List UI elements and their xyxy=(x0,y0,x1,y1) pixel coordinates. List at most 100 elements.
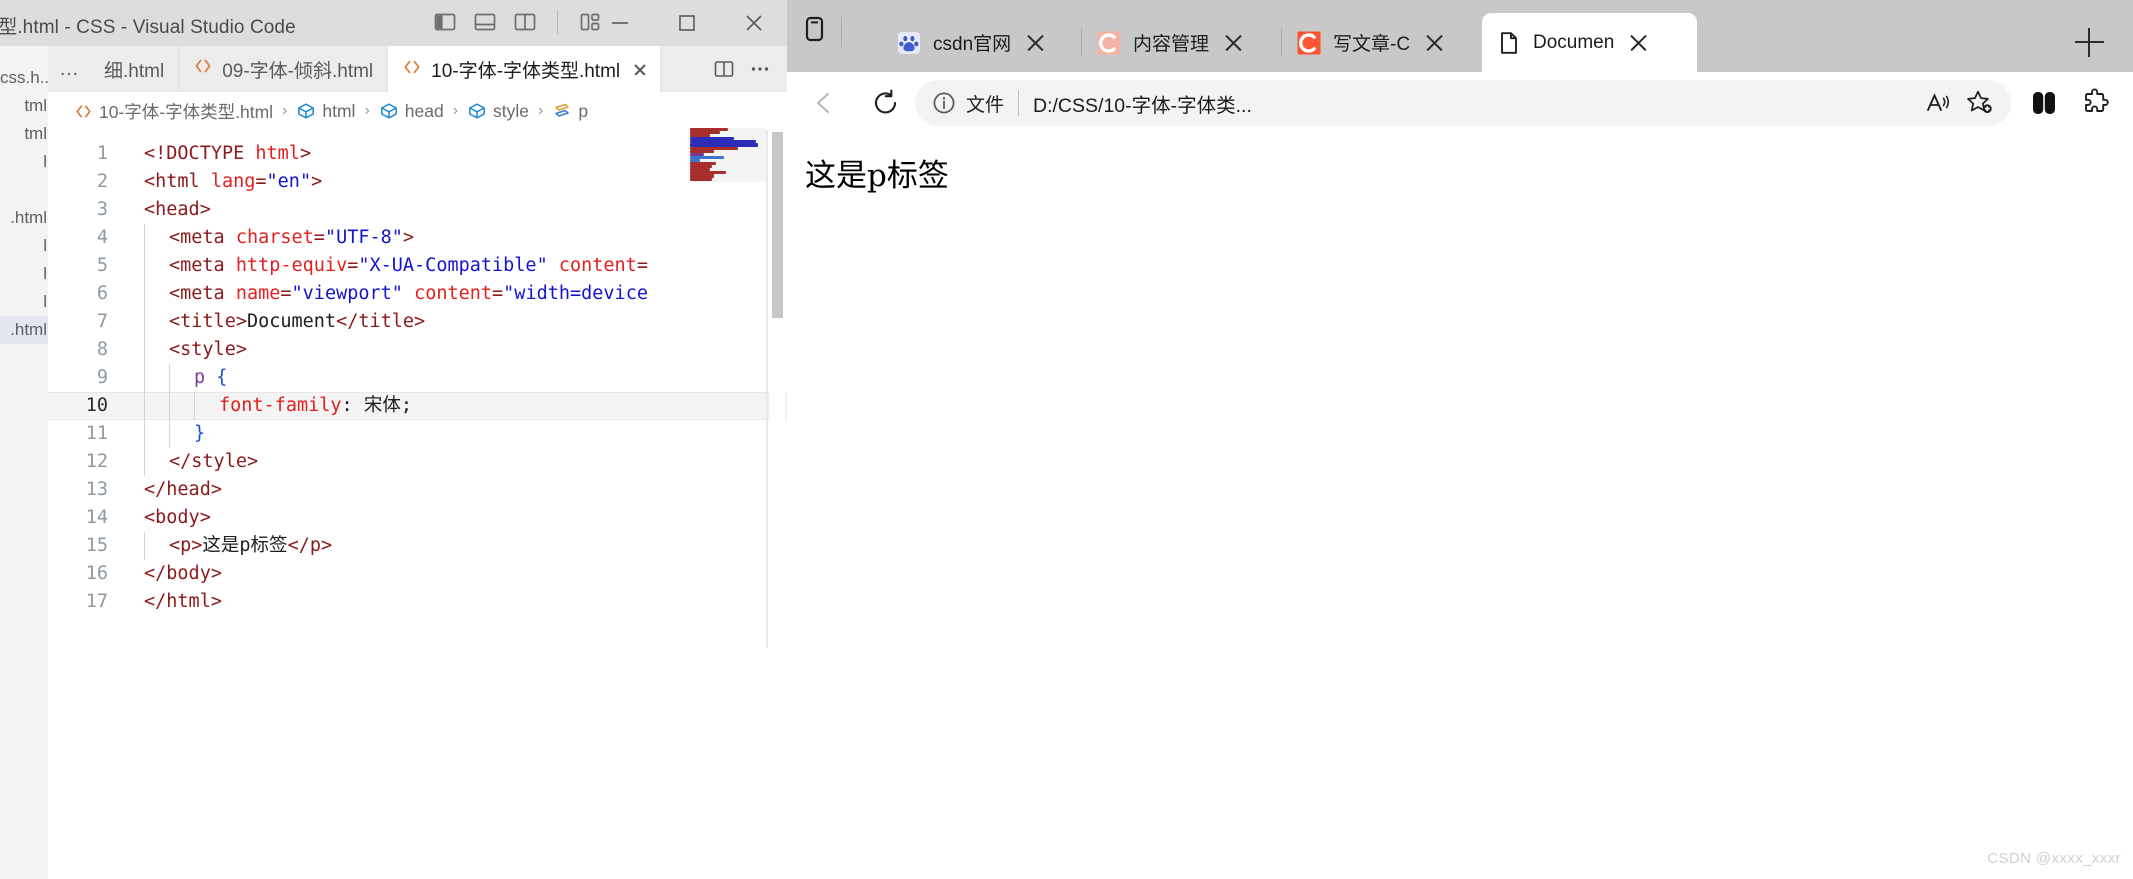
html-file-icon xyxy=(193,56,213,82)
code-line[interactable]: 5 <meta http-equiv="X-UA-Compatible" cont… xyxy=(48,252,787,280)
code-line[interactable]: 11} xyxy=(48,420,787,448)
line-number: 6 xyxy=(96,283,108,304)
tab-overflow-button[interactable]: … xyxy=(48,46,90,92)
code-token: charset xyxy=(235,227,314,248)
code-token: http-equiv xyxy=(235,255,348,276)
code-token: { xyxy=(216,367,228,388)
code-text: </html> xyxy=(144,588,222,616)
code-line[interactable]: 6 <meta name="viewport" content="width=de… xyxy=(48,280,787,308)
explorer-file-item[interactable]: tml xyxy=(0,120,48,148)
minimize-button[interactable] xyxy=(586,0,653,46)
baidu-paw-icon xyxy=(896,30,922,56)
breadcrumb-item[interactable]: p xyxy=(552,101,588,122)
vscode-window-title: 体类型.html - CSS - Visual Studio Code xyxy=(0,17,296,38)
address-bar[interactable]: 文件 D:/CSS/10-字体-字体类... xyxy=(915,80,2011,126)
code-line[interactable]: 1 <!DOCTYPE html> xyxy=(48,140,787,168)
url-text[interactable]: D:/CSS/10-字体-字体类... xyxy=(1033,89,1917,118)
breadcrumb-item[interactable]: 10-字体-字体类型.html xyxy=(74,99,273,124)
explorer-file-item[interactable]: l xyxy=(0,148,48,176)
code-line[interactable]: 8 <style> xyxy=(48,336,787,364)
code-line[interactable]: 3 <head> xyxy=(48,196,787,224)
url-scheme-label: 文件 xyxy=(966,94,1005,116)
line-number: 9 xyxy=(96,367,108,388)
close-tab-icon[interactable] xyxy=(1024,32,1046,54)
explorer-file-item[interactable]: .html xyxy=(0,204,48,232)
code-token: "UTF-8" xyxy=(324,227,403,248)
browser-tabs: csdn官网 内容管理 写文章-C Documen xyxy=(882,13,1697,72)
code-line[interactable]: 10 font-family: 宋体; xyxy=(48,392,787,420)
toggle-secondary-sidebar-icon[interactable] xyxy=(512,9,538,35)
editor-minimap[interactable] xyxy=(688,128,766,182)
code-token: "width=device xyxy=(503,283,648,304)
code-line[interactable]: 13 </head> xyxy=(48,476,787,504)
breadcrumb-item[interactable]: style xyxy=(467,101,529,122)
code-line[interactable]: 7 <title>Document</title> xyxy=(48,308,787,336)
editor-scrollbar-thumb[interactable] xyxy=(772,132,783,318)
vscode-editor-tabs: … 细.html 09-字体-倾斜.html 10-字体-字体类型.html xyxy=(48,46,787,92)
code-text: </head> xyxy=(144,476,222,504)
code-line[interactable]: 15 <p>这是p标签</p> xyxy=(48,532,787,560)
toggle-panel-icon[interactable] xyxy=(472,9,498,35)
browser-tab[interactable]: 内容管理 xyxy=(1082,13,1282,72)
symbol-object-icon xyxy=(467,101,487,121)
explorer-file-item[interactable] xyxy=(0,176,48,204)
toggle-primary-sidebar-icon[interactable] xyxy=(432,9,458,35)
edge-tab-strip: csdn官网 内容管理 写文章-C Documen xyxy=(787,0,2133,72)
editor-more-actions-icon[interactable] xyxy=(745,54,775,84)
line-number: 11 xyxy=(85,423,108,444)
code-token: = xyxy=(636,255,648,276)
code-line[interactable]: 17 </html> xyxy=(48,588,787,616)
indent-guide xyxy=(144,532,145,560)
site-info-icon[interactable] xyxy=(931,90,957,116)
minimap-slider[interactable] xyxy=(688,128,766,182)
close-tab-icon[interactable] xyxy=(1222,32,1244,54)
close-tab-icon[interactable] xyxy=(1423,32,1445,54)
code-token: content xyxy=(558,255,637,276)
code-line[interactable]: 2 <html lang="en"> xyxy=(48,168,787,196)
editor-tab[interactable]: 09-字体-倾斜.html xyxy=(179,46,389,92)
line-number: 15 xyxy=(85,535,108,556)
code-editor-empty-area[interactable] xyxy=(48,648,787,879)
explorer-file-item[interactable]: l xyxy=(0,288,48,316)
close-tab-icon[interactable] xyxy=(1627,32,1649,54)
explorer-file-item[interactable]: l xyxy=(0,232,48,260)
tab-actions-icon[interactable] xyxy=(801,14,831,49)
code-line[interactable]: 4 <meta charset="UTF-8"> xyxy=(48,224,787,252)
vscode-window-controls xyxy=(586,0,787,46)
indent-guide xyxy=(144,308,145,336)
browser-tab[interactable]: csdn官网 xyxy=(882,13,1082,72)
code-line[interactable]: 14 <body> xyxy=(48,504,787,532)
add-favorite-icon[interactable] xyxy=(1959,82,2001,124)
split-screen-icon[interactable] xyxy=(2021,80,2067,126)
browser-tab[interactable]: Documen xyxy=(1482,13,1697,72)
breadcrumb-item[interactable]: html xyxy=(296,101,355,122)
editor-tab[interactable]: 10-字体-字体类型.html xyxy=(388,46,662,92)
symbol-ruler-icon xyxy=(552,101,572,121)
breadcrumb-label: html xyxy=(322,100,356,121)
explorer-file-item[interactable]: css.h... xyxy=(0,64,48,92)
indent-guide xyxy=(169,364,170,392)
extensions-icon[interactable] xyxy=(2073,80,2119,126)
code-text: <title>Document</title> xyxy=(169,308,425,336)
close-button[interactable] xyxy=(720,0,787,46)
vscode-explorer-panel[interactable]: css.h... tml tml l .html l l l .html xyxy=(0,46,49,879)
breadcrumb-item[interactable]: head xyxy=(379,101,444,122)
explorer-file-item[interactable]: .html xyxy=(0,316,48,344)
refresh-button[interactable] xyxy=(863,80,909,126)
back-button[interactable] xyxy=(801,80,847,126)
explorer-file-item[interactable]: tml xyxy=(0,92,48,120)
editor-tab[interactable]: 细.html xyxy=(90,46,180,92)
explorer-file-item[interactable]: l xyxy=(0,260,48,288)
code-text: <meta http-equiv="X-UA-Compatible" conte… xyxy=(169,252,648,280)
code-line[interactable]: 16 </body> xyxy=(48,560,787,588)
split-editor-right-icon[interactable] xyxy=(709,54,739,84)
read-aloud-icon[interactable] xyxy=(1917,82,1959,124)
close-tab-icon[interactable] xyxy=(633,63,646,76)
code-editor[interactable]: 1 <!DOCTYPE html> 2 <html lang="en"> 3 <head>… xyxy=(48,130,787,648)
maximize-button[interactable] xyxy=(653,0,720,46)
browser-tab[interactable]: 写文章-C xyxy=(1282,13,1482,72)
code-line[interactable]: 9 p { xyxy=(48,364,787,392)
new-tab-button[interactable] xyxy=(2067,20,2111,64)
code-line[interactable]: 12 </style> xyxy=(48,448,787,476)
line-number: 5 xyxy=(96,255,108,276)
